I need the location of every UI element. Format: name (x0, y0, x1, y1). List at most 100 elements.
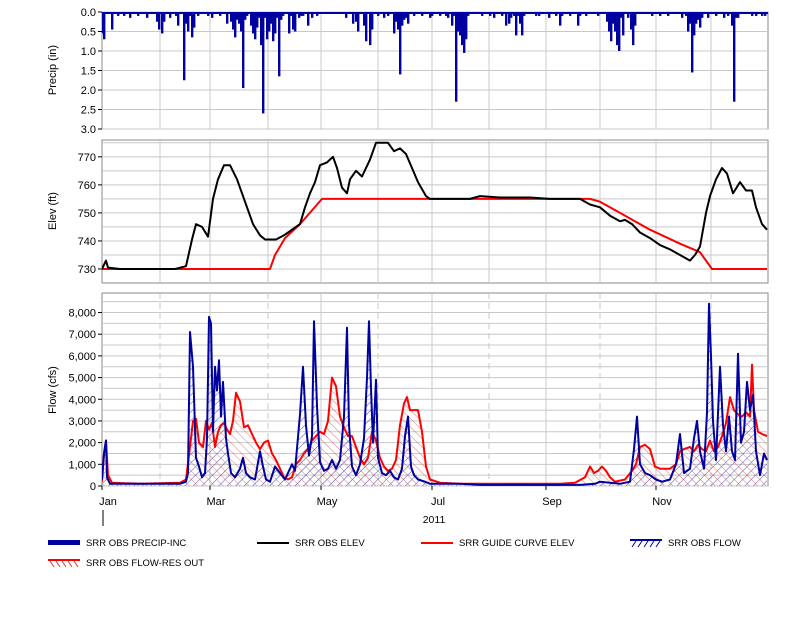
precip-bar (777, 12, 779, 14)
precip-bar (497, 12, 500, 14)
precip-bar (413, 12, 416, 16)
precip-bar (701, 12, 704, 18)
precip-bar (324, 12, 327, 14)
precip-bar (505, 12, 508, 26)
y-tick-label: 1.0 (81, 46, 96, 58)
precip-bar (797, 12, 799, 45)
precip-y-ticks: 0.0 0.5 1.0 1.5 2.0 2.5 3.0 (81, 7, 102, 136)
precip-bar (651, 12, 654, 16)
x-axis-ticks: Jan Mar May Jul Sep Nov (99, 486, 672, 508)
precip-bar (431, 12, 434, 16)
precip-bar (197, 12, 200, 16)
precip-bar (538, 12, 541, 16)
precip-bar (764, 12, 767, 16)
precip-bar (733, 12, 736, 102)
precip-bar (123, 12, 126, 16)
precip-bar (111, 12, 114, 30)
precip-bar (337, 12, 340, 14)
precip-bar (525, 12, 528, 14)
precip-bar (531, 12, 534, 14)
precip-bar (365, 12, 368, 42)
x-tick-label: Jul (431, 496, 445, 508)
precip-bar (493, 12, 496, 18)
precip-bar (307, 12, 310, 26)
precip-bar (597, 12, 600, 16)
y-tick-label: 730 (78, 264, 96, 276)
precip-bar (641, 12, 644, 14)
precip-bar (552, 12, 555, 14)
precip-bar (215, 12, 218, 14)
precip-bar (555, 12, 558, 16)
y-tick-label: 0.0 (81, 7, 96, 19)
precip-bar (284, 12, 287, 14)
precip-bar (569, 12, 572, 16)
y-tick-label: 8,000 (68, 308, 96, 320)
precip-bar (593, 12, 596, 14)
precip-y-axis-label: Precip (in) (47, 45, 59, 95)
precip-bar (789, 12, 791, 20)
precip-bar (481, 12, 484, 16)
precip-bar (421, 12, 424, 16)
precip-bar (163, 12, 166, 22)
precip-bar (719, 12, 722, 14)
y-tick-label: 1.5 (81, 66, 96, 78)
precip-bar (681, 12, 684, 18)
precip-bar (565, 12, 568, 14)
precip-bar (582, 12, 585, 14)
precip-bar (177, 12, 180, 26)
precip-bar (348, 12, 351, 14)
precip-bar (761, 12, 764, 16)
legend-swatch-line (257, 542, 289, 544)
precip-bar (751, 12, 754, 16)
precip-bar (704, 12, 707, 14)
legend: SRR OBS PRECIP-INC SRR OBS ELEV SRR GUID… (0, 530, 800, 580)
precip-bar (627, 12, 630, 18)
y-tick-label: 1,000 (68, 459, 96, 471)
legend-label: SRR OBS ELEV (295, 537, 365, 549)
legend-label: SRR OBS FLOW-RES OUT (86, 557, 205, 569)
precip-bar (425, 12, 428, 14)
hydrograph-chart: 0.0 0.5 1.0 1.5 2.0 2.5 3.0 Precip (in) 730 740… (47, 7, 799, 526)
precip-bar (477, 12, 480, 14)
legend-item-flow-res-out: SRR OBS FLOW-RES OUT (48, 557, 204, 569)
precip-bar (622, 12, 625, 36)
y-tick-label: 2,000 (68, 438, 96, 450)
precip-bar (655, 12, 658, 14)
precip-bar (501, 12, 504, 16)
elev-plot-area (101, 139, 769, 284)
precip-bar (371, 12, 374, 30)
precip-bar (357, 12, 360, 32)
precip-bar (316, 12, 319, 16)
legend-label: SRR OBS PRECIP-INC (86, 537, 187, 549)
precip-bar (787, 12, 789, 16)
precip-bar (465, 12, 468, 40)
precip-bar (707, 12, 710, 18)
precip-bar (278, 12, 281, 77)
precip-bar (727, 12, 730, 16)
precip-bar (545, 12, 548, 14)
precip-bar (417, 12, 420, 14)
precip-bar (723, 12, 726, 18)
precip-bar (783, 12, 785, 35)
precip-bar (585, 12, 588, 16)
precip-bar (202, 12, 205, 14)
legend-label: SRR OBS FLOW (668, 537, 741, 549)
legend-item-guide-curve: SRR GUIDE CURVE ELEV (421, 537, 574, 549)
x-tick-label: Nov (652, 496, 672, 508)
y-tick-label: 0.5 (81, 27, 96, 39)
y-tick-label: 750 (78, 208, 96, 220)
legend-swatch-hatched-blue (630, 539, 662, 548)
precip-bar (773, 12, 775, 16)
y-tick-label: 0 (90, 481, 96, 493)
flow-y-axis-label: Flow (cfs) (47, 366, 59, 414)
flow-y-ticks: 0 1,000 2,000 3,000 4,000 5,000 6,000 7,000 8,00… (68, 308, 102, 493)
legend-item-obs-flow: SRR OBS FLOW (630, 537, 741, 549)
precip-bar (153, 12, 156, 14)
legend-label: SRR GUIDE CURVE ELEV (459, 537, 575, 549)
precip-bar (755, 12, 758, 16)
precip-bar (359, 12, 362, 14)
y-tick-label: 4,000 (68, 394, 96, 406)
precip-bar (636, 12, 639, 14)
precip-bar (117, 12, 120, 16)
precip-bar (795, 12, 797, 18)
